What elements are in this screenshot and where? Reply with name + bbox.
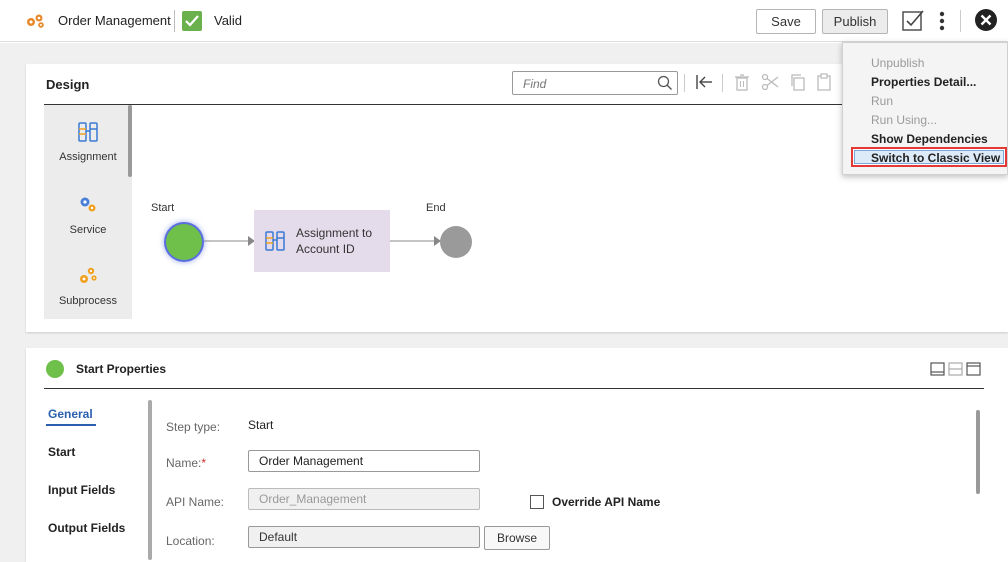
find-input[interactable] [523, 76, 643, 92]
validation-status: Valid [214, 13, 242, 28]
divider [174, 10, 175, 32]
properties-scrollbar[interactable] [976, 410, 980, 494]
api-name-field [248, 488, 480, 510]
tab-start[interactable]: Start [48, 445, 75, 459]
design-title: Design [46, 77, 90, 92]
menu-item-switch-classic-view[interactable]: Switch to Classic View [851, 147, 1007, 167]
start-label: Start [151, 202, 175, 214]
location-field[interactable] [248, 526, 480, 548]
assignment-icon [78, 122, 98, 142]
location-label: Location: [166, 534, 215, 548]
palette-item-assignment[interactable]: Assignment [44, 121, 132, 163]
save-button[interactable]: Save [756, 9, 816, 34]
validate-icon[interactable] [900, 8, 926, 34]
top-bar: Order Management Valid Save Publish [0, 0, 1008, 42]
menu-item-unpublish[interactable]: Unpublish [871, 56, 924, 70]
override-api-name-label: Override API Name [552, 495, 661, 509]
browse-button[interactable]: Browse [484, 526, 550, 550]
assignment-node[interactable]: Assignment to Account ID [254, 210, 390, 272]
collapse-left-icon[interactable] [694, 72, 714, 92]
menu-item-label: Switch to Classic View [871, 151, 1001, 165]
step-type-value: Start [248, 418, 274, 432]
menu-item-properties-detail[interactable]: Properties Detail... [871, 75, 976, 89]
menu-item-run[interactable]: Run [871, 94, 893, 108]
step-type-label: Step type: [166, 420, 221, 434]
more-actions-menu: Unpublish Properties Detail... Run Run U… [842, 42, 1008, 175]
find-field[interactable] [512, 71, 678, 95]
divider [960, 10, 961, 32]
properties-title: Start Properties [76, 362, 167, 376]
divider [44, 388, 984, 389]
close-icon[interactable] [974, 8, 998, 32]
required-mark: * [201, 456, 207, 470]
process-title: Order Management [58, 13, 171, 28]
step-palette: Assignment Service Subprocess [44, 105, 132, 319]
subprocess-icon [80, 267, 97, 283]
name-label-text: Name: [166, 456, 202, 470]
panel-layout-icons[interactable] [930, 362, 986, 376]
palette-item-subprocess[interactable]: Subprocess [44, 265, 132, 307]
palette-scrollbar[interactable] [128, 105, 132, 177]
start-step-icon [46, 360, 64, 378]
divider [684, 74, 685, 92]
palette-label: Assignment [59, 151, 117, 163]
active-tab-underline [46, 424, 96, 426]
end-node[interactable] [440, 226, 472, 258]
name-field[interactable] [248, 450, 480, 472]
valid-check-icon [182, 11, 202, 31]
process-app-icon [27, 14, 44, 28]
service-gears-icon [80, 197, 96, 212]
start-properties-panel: Start Properties General Start Input Fie… [26, 348, 1008, 562]
name-label: Name:* [166, 456, 206, 470]
palette-label: Service [69, 224, 107, 236]
tab-general[interactable]: General [48, 407, 93, 421]
copy-icon[interactable] [788, 72, 808, 92]
paste-icon[interactable] [814, 72, 834, 92]
more-actions-icon[interactable] [934, 8, 950, 34]
palette-item-service[interactable]: Service [44, 194, 132, 236]
tab-output-fields[interactable]: Output Fields [48, 521, 125, 535]
end-label: End [426, 202, 446, 214]
menu-item-show-dependencies[interactable]: Show Dependencies [871, 132, 988, 146]
assignment-icon [265, 231, 285, 251]
search-icon[interactable] [657, 75, 673, 91]
palette-label: Subprocess [58, 295, 118, 307]
publish-button[interactable]: Publish [822, 9, 888, 34]
cut-icon[interactable] [760, 72, 780, 92]
start-node[interactable] [166, 224, 202, 260]
menu-item-run-using[interactable]: Run Using... [871, 113, 937, 127]
nav-scrollbar[interactable] [148, 400, 152, 560]
assignment-node-label: Assignment to Account ID [296, 226, 373, 256]
tab-input-fields[interactable]: Input Fields [48, 483, 115, 497]
override-api-name-checkbox[interactable] [530, 495, 544, 509]
api-name-label: API Name: [166, 495, 225, 509]
divider [722, 74, 723, 92]
delete-icon[interactable] [732, 72, 752, 92]
